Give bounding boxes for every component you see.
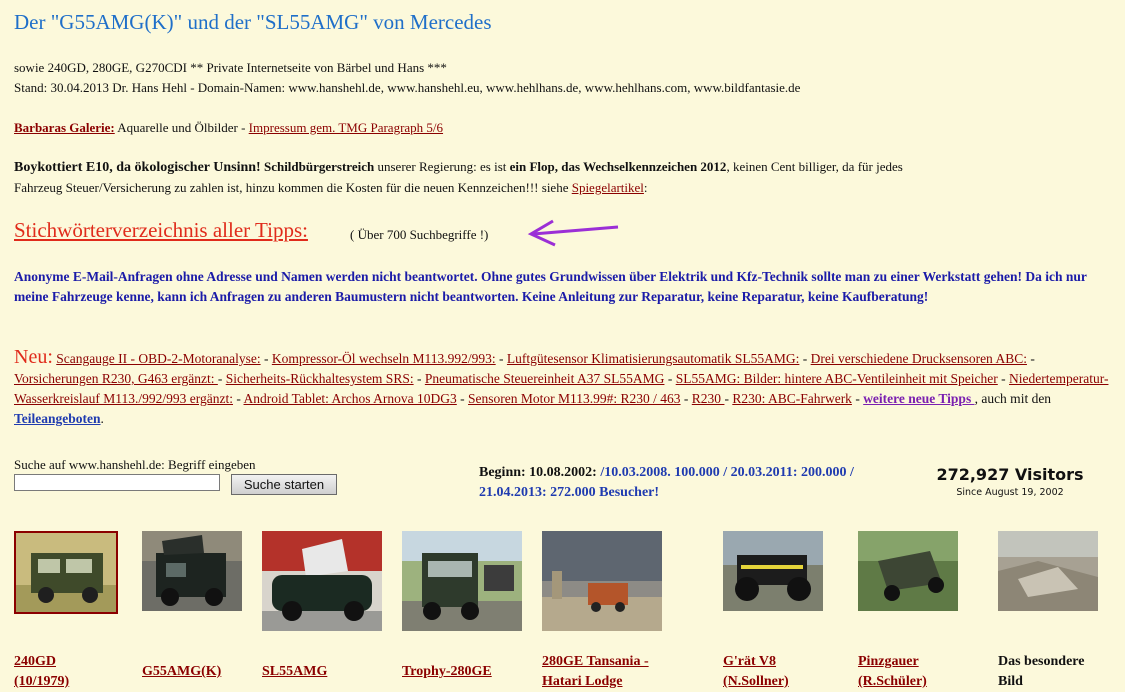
neu-link-pneumatische[interactable]: Pneumatische Steuereinheit A37 SL55AMG [425,371,665,386]
caption-240gd[interactable]: 240GD (10/1979) [14,652,69,692]
notice-paragraph: Anonyme E-Mail-Anfragen ohne Adresse und… [14,269,1087,304]
search-label: Suche auf www.hanshehl.de: Begriff einge… [14,457,256,472]
beginn-label: Beginn: 10.08.2002: [479,465,601,480]
boykott-colon: : [643,180,648,195]
neu-link-abc-fahrwerk[interactable]: R230: ABC-Fahrwerk [732,391,852,406]
caption-graet-v8[interactable]: G'rät V8 (N.Sollner) [723,652,789,692]
thumb-240gd[interactable] [14,531,118,614]
boykott-heading: Boykottiert E10, da ökologischer Unsinn! [14,160,261,175]
visitor-since: Since August 19, 2002 [956,487,1064,498]
thumb-graet-v8[interactable] [723,531,823,611]
caption-280ge-tansania[interactable]: 280GE Tansania - Hatari Lodge [542,652,649,692]
stichwort-note: ( Über 700 Suchbegriffe !) [350,227,489,242]
boykott-line-1: Boykottiert E10, da ökologischer Unsinn!… [14,159,903,176]
neu-link-vorsicherungen[interactable]: Vorsicherungen R230, G463 ergänzt: [14,371,218,386]
wechselkennzeichen-text: ein Flop, das Wechselkennzeichen 2012 [509,159,727,174]
page-title: Der "G55AMG(K)" und der "SL55AMG" von Me… [14,10,492,34]
barbaras-galerie-link[interactable]: Barbaras Galerie: [14,120,115,135]
boykott-text-1: unserer Regierung: es ist [374,159,510,174]
search-button[interactable]: Suche starten [231,474,337,495]
neu-link-luftguetesensor[interactable]: Luftgütesensor Klimatisierungsautomatik … [507,351,799,366]
caption-pinzgauer[interactable]: Pinzgauer (R.Schüler) [858,652,927,692]
schildbuerger-text: Schildbürgerstreich [260,159,375,174]
thumb-280ge-tansania[interactable] [542,531,662,631]
neu-link-scangauge[interactable]: Scangauge II - OBD-2-Motoranalyse: [56,351,260,366]
galerie-line: Barbaras Galerie: Aquarelle und Ölbilder… [14,120,443,136]
galerie-text: Aquarelle und Ölbilder - [114,120,249,135]
visitor-history: Beginn: 10.08.2002: /10.03.2008. 100.000… [479,463,859,503]
thumb-pinzgauer[interactable] [858,531,958,611]
thumb-trophy-280ge[interactable] [402,531,522,631]
search-input[interactable] [14,474,220,491]
caption-sl55amg[interactable]: SL55AMG [262,662,327,682]
weitere-tipps-link[interactable]: weitere neue Tipps [863,391,974,406]
teileangebote-link[interactable]: Teileangeboten [14,411,101,426]
neu-link-drucksensoren[interactable]: Drei verschiedene Drucksensoren ABC: [811,351,1027,366]
neu-link-r230[interactable]: R230 [692,391,725,406]
boykott-line-2: Fahrzeug Steuer/Versicherung zu zahlen i… [14,180,648,196]
impressum-link[interactable]: Impressum gem. TMG Paragraph 5/6 [249,120,443,135]
spiegelartikel-link[interactable]: Spiegelartikel [572,180,644,195]
thumb-sl55amg[interactable] [262,531,382,631]
neu-link-sensoren-motor[interactable]: Sensoren Motor M113.99#: R230 / 463 [468,391,681,406]
caption-trophy-280ge[interactable]: Trophy-280GE [402,662,492,682]
caption-g55amg[interactable]: G55AMG(K) [142,662,221,682]
neu-section: Neu: Scangauge II - OBD-2-Motoranalyse: … [14,346,1109,426]
neu-end: . [100,411,104,426]
neu-link-abc-ventil[interactable]: SL55AMG: Bilder: hintere ABC-Ventileinhe… [676,371,998,386]
thumb-besondere-bild[interactable] [998,531,1098,611]
thumb-g55amg[interactable] [142,531,242,611]
boykott-text-2: , keinen Cent billiger, da für jedes [726,159,903,174]
neu-link-srs[interactable]: Sicherheits-Rückhaltesystem SRS: [226,371,414,386]
neu-label: Neu: [14,346,53,368]
neu-link-kompressor-oel[interactable]: Kompressor-Öl wechseln M113.992/993: [272,351,496,366]
caption-besondere-bild: Das besondere Bild [998,654,1085,689]
boykott-text-3: Fahrzeug Steuer/Versicherung zu zahlen i… [14,180,572,195]
pointer-arrow-icon [527,219,619,247]
stichwort-index-link[interactable]: Stichwörterverzeichnis aller Tipps: [14,218,308,243]
subtitle-line: sowie 240GD, 280GE, G270CDI ** Private I… [14,60,447,75]
stand-line: Stand: 30.04.2013 Dr. Hans Hehl - Domain… [14,80,801,95]
neu-more-text: , auch mit den [974,391,1052,406]
visitor-counter: 272,927 Visitors [936,465,1084,484]
neu-link-android-tablet[interactable]: Android Tablet: Archos Arnova 10DG3 [244,391,457,406]
